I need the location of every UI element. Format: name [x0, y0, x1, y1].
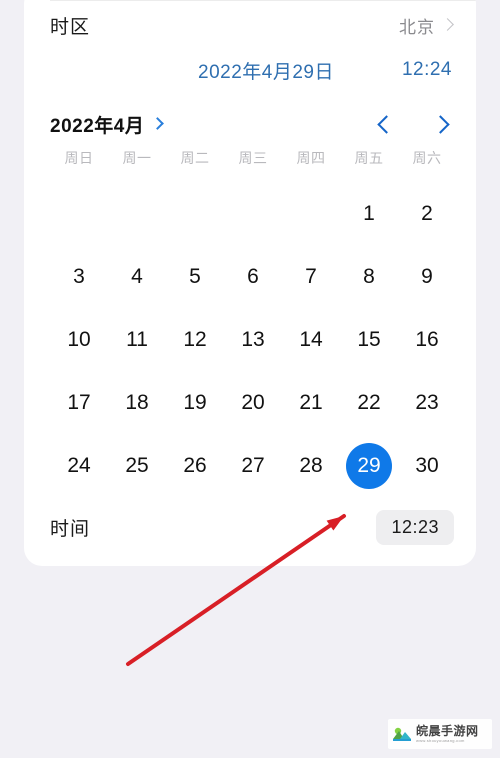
- calendar-day-label: 2: [421, 201, 433, 225]
- calendar-day[interactable]: 27: [224, 434, 282, 497]
- calendar-day-grid: 1 2 3 4 5 6 7 8 9 10 11 12 13 14 15 16 17 18 19 20 21 22 23 24 2…: [50, 182, 456, 497]
- calendar-day[interactable]: 1: [340, 182, 398, 245]
- calendar-day-label: 23: [415, 390, 439, 414]
- time-value-chip[interactable]: 12:23: [376, 509, 454, 545]
- calendar-day[interactable]: 18: [108, 371, 166, 434]
- month-nav-group: [372, 112, 454, 136]
- calendar-day[interactable]: 8: [340, 245, 398, 308]
- watermark: 皖晨手游网 www.shouyouwang.com: [388, 719, 492, 749]
- timezone-row[interactable]: 时区 北京: [24, 0, 476, 50]
- time-row[interactable]: 时间 12:23: [24, 502, 476, 552]
- calendar-day-label: 22: [357, 390, 381, 414]
- calendar-day[interactable]: 24: [50, 434, 108, 497]
- calendar-day-label: 7: [305, 264, 317, 288]
- datetime-settings-card: 时区 北京 2022年4月29日 12:24 2022年4月 周日 周一 周二 周三周…: [24, 0, 476, 566]
- watermark-text: 皖晨手游网 www.shouyouwang.com: [416, 725, 479, 743]
- calendar-day[interactable]: 11: [108, 308, 166, 371]
- calendar-day[interactable]: 14: [282, 308, 340, 371]
- watermark-subtitle: www.shouyouwang.com: [416, 738, 465, 743]
- calendar-day[interactable]: 22: [340, 371, 398, 434]
- chevron-right-icon[interactable]: [151, 116, 165, 130]
- calendar-day-label: 6: [247, 264, 259, 288]
- weekday-label: 周日: [64, 150, 94, 166]
- calendar-day[interactable]: 21: [282, 371, 340, 434]
- prev-month-button[interactable]: [372, 112, 396, 136]
- calendar-day-label: 28: [299, 453, 323, 477]
- calendar-day-label: 12: [183, 327, 207, 351]
- calendar-day-label: 11: [126, 327, 148, 351]
- weekday-label: 周五: [354, 150, 384, 166]
- calendar-day[interactable]: 16: [398, 308, 456, 371]
- datetime-summary-row: 2022年4月29日 12:24: [24, 50, 476, 90]
- calendar-day[interactable]: 25: [108, 434, 166, 497]
- mountain-sun-logo-icon: [393, 727, 411, 741]
- calendar-day-label: 5: [189, 264, 201, 288]
- calendar-day[interactable]: 28: [282, 434, 340, 497]
- weekday-label: 周六: [412, 150, 442, 166]
- calendar-day[interactable]: 13: [224, 308, 282, 371]
- chevron-right-icon: [430, 114, 450, 134]
- calendar-day-blank: [282, 182, 340, 245]
- calendar-day-label: 18: [125, 390, 149, 414]
- calendar-day-label: 20: [241, 390, 265, 414]
- time-label: 时间: [50, 518, 91, 540]
- calendar-day-label: 8: [363, 264, 375, 288]
- summary-time[interactable]: 12:24: [402, 59, 452, 81]
- weekday-label: 周一: [122, 150, 152, 166]
- month-header-row: 2022年4月: [24, 104, 476, 144]
- timezone-label: 时区: [50, 16, 91, 38]
- calendar-day-label: 26: [183, 453, 207, 477]
- calendar-day[interactable]: 10: [50, 308, 108, 371]
- calendar-day-label: 3: [73, 264, 85, 288]
- calendar-day-blank: [224, 182, 282, 245]
- calendar-day[interactable]: 26: [166, 434, 224, 497]
- calendar-day-label: 10: [67, 327, 91, 351]
- calendar-day-blank: [50, 182, 108, 245]
- calendar-day-label: 27: [241, 453, 265, 477]
- calendar-day-label: 1: [363, 201, 375, 225]
- calendar-day-label: 24: [67, 453, 91, 477]
- calendar-day[interactable]: 6: [224, 245, 282, 308]
- summary-date[interactable]: 2022年4月29日: [198, 57, 334, 84]
- calendar-day-label: 25: [125, 453, 149, 477]
- next-month-button[interactable]: [430, 112, 454, 136]
- calendar-day-label: 4: [131, 264, 143, 288]
- calendar-day-blank: [108, 182, 166, 245]
- calendar-day[interactable]: 19: [166, 371, 224, 434]
- calendar-day[interactable]: 9: [398, 245, 456, 308]
- calendar-day-label: 29: [346, 442, 392, 489]
- timezone-value-group: 北京: [399, 13, 454, 38]
- calendar-day[interactable]: 7: [282, 245, 340, 308]
- weekday-header: 周日 周一 周二 周三 周四 周五 周六: [50, 148, 456, 168]
- weekday-label: 周四: [296, 150, 326, 166]
- calendar-day[interactable]: 30: [398, 434, 456, 497]
- calendar-day-label: 19: [183, 390, 207, 414]
- calendar-day-selected[interactable]: 29: [340, 434, 398, 497]
- calendar-day-label: 17: [67, 390, 91, 414]
- calendar-day-blank: [166, 182, 224, 245]
- calendar-day[interactable]: 15: [340, 308, 398, 371]
- calendar-day-label: 16: [415, 327, 439, 351]
- weekday-label: 周二: [180, 150, 210, 166]
- watermark-name: 皖晨手游网: [416, 724, 479, 738]
- calendar-day[interactable]: 20: [224, 371, 282, 434]
- calendar-day[interactable]: 2: [398, 182, 456, 245]
- calendar-day[interactable]: 4: [108, 245, 166, 308]
- month-title[interactable]: 2022年4月: [50, 111, 144, 138]
- calendar-day[interactable]: 12: [166, 308, 224, 371]
- calendar-day-label: 15: [357, 327, 381, 351]
- weekday-label: 周三: [238, 150, 268, 166]
- calendar-day-label: 30: [415, 453, 439, 477]
- calendar-day[interactable]: 17: [50, 371, 108, 434]
- calendar-day-label: 21: [299, 390, 323, 414]
- chevron-right-icon: [441, 18, 454, 31]
- calendar-day[interactable]: 23: [398, 371, 456, 434]
- calendar-day[interactable]: 3: [50, 245, 108, 308]
- calendar-day-label: 13: [241, 327, 265, 351]
- timezone-value: 北京: [399, 17, 435, 37]
- calendar-day[interactable]: 5: [166, 245, 224, 308]
- calendar-day-label: 9: [421, 264, 433, 288]
- calendar-day-label: 14: [299, 327, 323, 351]
- chevron-left-icon: [376, 114, 396, 134]
